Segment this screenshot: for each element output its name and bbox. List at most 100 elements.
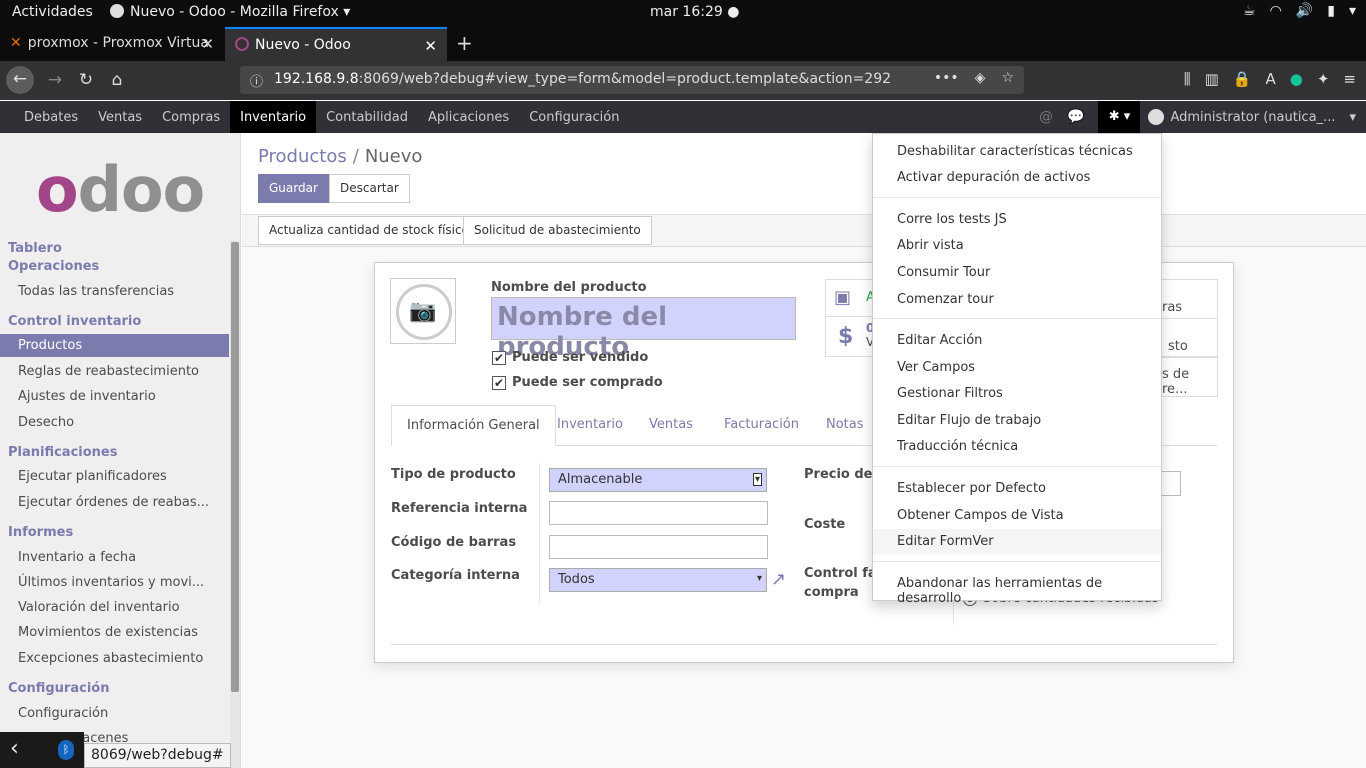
coffee-icon[interactable]: ☕ [1243,3,1256,19]
debug-run-js-tests[interactable]: Corre los tests JS [873,207,1161,233]
menu-inventario[interactable]: Inventario [230,101,317,133]
debug-view-fields[interactable]: Ver Campos [873,355,1161,381]
debug-technical-translation[interactable]: Traducción técnica [873,434,1161,460]
font-extension-icon[interactable]: A [1265,70,1275,88]
product-image[interactable]: 📷 [390,278,456,344]
activities-button[interactable]: Actividades [12,4,93,20]
product-type-value: Almacenable [558,472,643,487]
sidebar-item-ultimos-inventarios[interactable]: Últimos inventarios y movi... [18,575,204,590]
product-name-input[interactable]: Nombre del producto [491,297,796,362]
sidebar-item-excepciones[interactable]: Excepciones abastecimiento [18,651,203,666]
battery-icon: ▮ [1327,3,1335,19]
menu-contabilidad[interactable]: Contabilidad [316,101,418,133]
debug-disable-technical[interactable]: Deshabilitar características técnicas [873,139,1161,165]
internal-ref-input[interactable] [549,501,768,525]
extension-icon[interactable]: ✦ [1317,70,1330,88]
avatar[interactable] [1148,109,1165,125]
save-button[interactable]: Guardar [258,174,329,203]
control-panel: Productos / Nuevo Guardar Descartar [242,133,1366,215]
tab-facturacion[interactable]: Facturación [709,405,814,446]
procurement-button[interactable]: Solicitud de abastecimiento [463,216,652,245]
pocket-icon[interactable]: ◈ [975,70,986,86]
url-host: 192.168.9.8 [274,71,359,87]
sidebar-item-inventario-fecha[interactable]: Inventario a fecha [18,550,136,565]
grammarly-icon[interactable]: ● [1290,70,1303,88]
update-stock-button[interactable]: Actualiza cantidad de stock físico [258,216,480,245]
sidebar-item-desecho[interactable]: Desecho [18,415,74,430]
browser-toolbar-right: ⫼ ▥ 🔒 A ● ✦ ≡ [1184,70,1356,88]
forward-button[interactable]: → [42,67,68,93]
hamburger-menu-icon[interactable]: ≡ [1343,70,1356,88]
debug-leave-developer-tools[interactable]: Abandonar las herramientas de desarrollo [873,571,1161,606]
debug-start-tour[interactable]: Comenzar tour [873,287,1161,313]
debug-open-view[interactable]: Abrir vista [873,233,1161,259]
system-tray[interactable]: ☕ ◠ 🔊 ▮ ▾ [1243,3,1356,19]
at-icon[interactable]: @ [1039,109,1053,125]
app-menu[interactable]: Nuevo - Odoo - Mozilla Firefox ▾ [110,4,350,20]
debug-bug-icon[interactable]: ✱ ▾ [1098,101,1141,133]
sidebar-item-productos[interactable]: Productos [0,334,229,357]
sidebar-section-tablero[interactable]: Tablero [8,241,62,256]
reload-button[interactable]: ↻ [73,67,99,93]
bookmark-star-icon[interactable]: ☆ [1001,70,1014,86]
debug-consume-tour[interactable]: Consumir Tour [873,260,1161,286]
sidebar-item-ajustes[interactable]: Ajustes de inventario [18,389,156,404]
tab-notas[interactable]: Notas [811,405,879,446]
barcode-input[interactable] [549,535,768,559]
close-icon[interactable]: ✕ [424,37,437,55]
sidebar-item-ejecutar-planificadores[interactable]: Ejecutar planificadores [18,469,167,484]
can-be-purchased-checkbox[interactable]: ✔ [492,376,506,390]
user-menu[interactable]: Administrator (nautica_... [1170,110,1335,125]
menu-aplicaciones[interactable]: Aplicaciones [418,101,519,133]
page-actions-icon[interactable]: ••• [934,70,959,86]
sidebar-item-valoracion[interactable]: Valoración del inventario [18,600,180,615]
sidebar-item-configuracion[interactable]: Configuración [18,706,108,721]
tab-odoo[interactable]: Nuevo - Odoo ✕ [225,27,447,61]
can-be-sold-checkbox[interactable]: ✔ [492,351,506,365]
url-bar[interactable]: ⓘ 192.168.9.8:8069/web?debug#view_type=f… [240,66,1024,94]
clock[interactable]: mar 16:29 ● [650,4,739,20]
info-icon[interactable]: ⓘ [250,71,263,90]
tab-inventario[interactable]: Inventario [542,405,638,446]
sidebar-item-transferencias[interactable]: Todas las transferencias [18,284,174,299]
product-type-select[interactable]: Almacenable ▾ [549,468,767,492]
home-button[interactable]: ⌂ [104,67,130,93]
debug-activate-assets[interactable]: Activar depuración de activos [873,165,1161,191]
sidebar-icon[interactable]: ▥ [1205,70,1219,88]
odoo-logo[interactable]: odoo [36,153,205,226]
menu-debates[interactable]: Debates [14,101,88,133]
bluetooth-icon[interactable]: ᛒ [58,740,74,760]
lock-extension-icon[interactable]: 🔒 [1233,70,1252,88]
library-icon[interactable]: ⫼ [1184,70,1191,88]
chevron-left-icon[interactable]: ‹ [10,736,19,761]
tab-ventas[interactable]: Ventas [634,405,708,446]
menu-compras[interactable]: Compras [152,101,230,133]
breadcrumb-productos[interactable]: Productos [258,146,347,167]
close-icon[interactable]: ✕ [201,35,214,53]
sidebar-section-operaciones: Operaciones [8,259,100,274]
chat-icon[interactable]: 💬 [1067,109,1084,125]
tab-proxmox[interactable]: ✕ proxmox - Proxmox Virtua ✕ [0,27,224,61]
sidebar-item-reglas[interactable]: Reglas de reabastecimiento [18,364,199,379]
caret-down-icon[interactable]: ▾ [1349,110,1356,125]
debug-manage-filters[interactable]: Gestionar Filtros [873,381,1161,407]
menu-configuracion[interactable]: Configuración [519,101,629,133]
tab-informacion-general[interactable]: Información General [391,405,556,446]
debug-get-view-fields[interactable]: Obtener Campos de Vista [873,503,1161,529]
back-button[interactable]: ← [6,66,34,94]
sidebar-item-movimientos[interactable]: Movimientos de existencias [18,625,198,640]
sidebar-item-ejecutar-ordenes[interactable]: Ejecutar órdenes de reabas... [18,495,209,510]
wifi-icon: ◠ [1269,3,1282,19]
debug-set-defaults[interactable]: Establecer por Defecto [873,476,1161,502]
sidebar-scrollbar[interactable] [230,240,240,768]
purchase-control-label-2: compra [804,585,859,600]
category-select[interactable]: Todos ▾ [549,568,767,592]
discard-button[interactable]: Descartar [329,174,410,203]
debug-edit-action[interactable]: Editar Acción [873,328,1161,354]
external-link-icon[interactable]: ↗ [771,569,786,590]
menu-ventas[interactable]: Ventas [88,101,152,133]
debug-edit-workflow[interactable]: Editar Flujo de trabajo [873,408,1161,434]
scrollbar-thumb[interactable] [231,242,239,692]
new-tab-button[interactable]: + [456,31,473,55]
debug-edit-formview[interactable]: Editar FormVer [873,529,1161,555]
